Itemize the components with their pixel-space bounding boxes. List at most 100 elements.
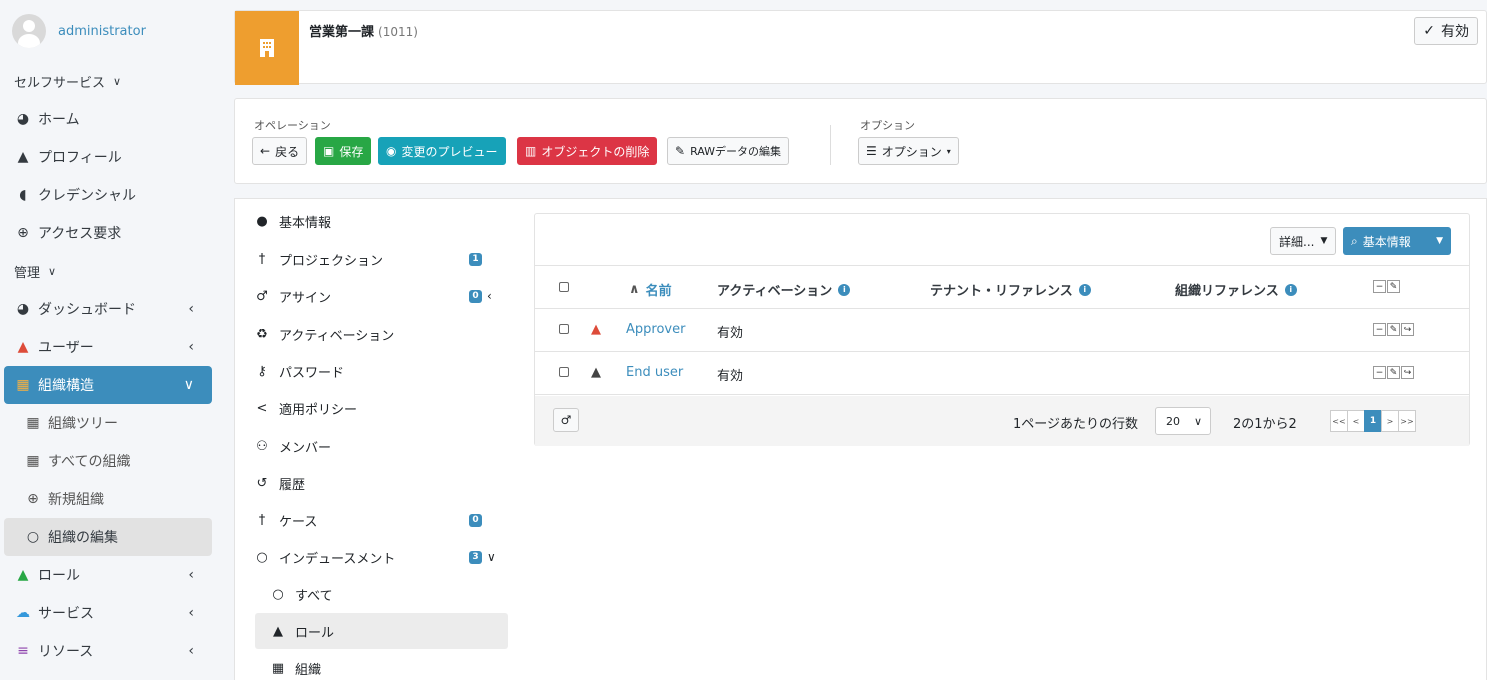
case-icon: † [258,512,266,528]
chevron-left-icon: ‹ [188,643,194,659]
role-icon: ▲ [273,623,283,639]
user-panel[interactable]: administrator [0,0,220,62]
edit-icon[interactable]: ✎ [1387,280,1400,293]
count-badge: 1 [469,252,482,266]
chevron-down-icon: ∨ [183,377,194,393]
admin-header[interactable]: 管理 ∨ [0,252,220,290]
assign-new-button[interactable]: ♂ [553,408,579,432]
page-1-button[interactable]: 1 [1364,410,1382,432]
range-text: 2の1から2 [1233,417,1297,432]
operations-panel: オペレーション ← 戻る ▣ 保存 ◉ 変更のプレビュー ▥ オブジェクトの削除 ✎ RA… [234,98,1487,184]
select-all-checkbox[interactable] [559,282,569,292]
chevron-left-icon: ‹ [188,605,194,621]
role-icon: ▲ [17,567,29,583]
sidebar-item-org-tree[interactable]: ▦ 組織ツリー [0,404,212,442]
minus-icon[interactable]: − [1373,366,1386,379]
row-name-link[interactable]: End user [626,365,683,380]
prev-page-button[interactable]: < [1347,410,1365,432]
search-button[interactable]: ⌕ 基本情報 ▼ [1343,227,1451,255]
tab-policies[interactable]: < 適用ポリシー [253,390,502,426]
info-icon[interactable]: i [1078,283,1091,296]
sidebar-item-all-orgs[interactable]: ▦ すべての組織 [0,442,212,480]
recycle-icon: ♻ [256,326,268,342]
table-footer: ♂ 1ページあたりの行数 20 ∨ 2の1から2 << < 1 > >> [535,396,1469,446]
sidebar-item-resources[interactable]: ≡ リソース ‹ [0,632,212,670]
assign-icon: ♂ [256,288,268,304]
inducement-table-box: 詳細... ▼ ⌕ 基本情報 ▼ ∧ 名前 アクティベーション i テナント・リファレン… [534,213,1470,446]
tab-projection[interactable]: † プロジェクション 1 [253,241,502,277]
sidebar-item-dashboard[interactable]: ◕ ダッシュボード ‹ [0,290,212,328]
first-page-button[interactable]: << [1330,410,1348,432]
org-icon-box [235,11,299,85]
sidebar-item-home[interactable]: ◕ ホーム [0,100,212,138]
operations-label: オペレーション [254,119,331,132]
tab-history[interactable]: ↺ 履歴 [253,465,502,501]
column-tenant-ref: テナント・リファレンス i [930,280,1091,299]
sidebar-item-services[interactable]: ☁ サービス ‹ [0,594,212,632]
sidebar-item-credentials[interactable]: ◖ クレデンシャル [0,176,212,214]
row-name-link[interactable]: Approver [626,322,685,337]
minus-icon[interactable]: − [1373,280,1386,293]
tachometer-icon: ◕ [16,111,30,127]
count-badge: 0 [469,513,482,527]
back-button[interactable]: ← 戻る [252,137,308,165]
sidebar-item-org-structure[interactable]: ▦ 組織構造 ∨ [4,366,212,404]
detail-dropdown[interactable]: 詳細... ▼ [1270,227,1337,255]
delete-button[interactable]: ▥ オブジェクトの削除 [517,137,658,165]
row-actions: − ✎ ↪ [1373,366,1415,379]
tab-inducements-role[interactable]: ▲ ロール [255,613,508,649]
circle-outline-icon: ○ [26,529,40,545]
history-icon: ↺ [256,475,268,491]
database-icon: ≡ [17,643,29,659]
rows-per-page-select[interactable]: 20 ∨ [1155,407,1211,435]
raw-edit-button[interactable]: ✎ RAWデータの編集 [667,137,790,165]
users-icon: ⚇ [256,438,268,454]
sidebar-item-roles[interactable]: ▲ ロール ‹ [0,556,212,594]
user-icon: ▲ [17,149,29,165]
building-icon: ▦ [16,377,30,393]
next-page-button[interactable]: > [1381,410,1399,432]
sidebar-item-edit-org[interactable]: ○ 組織の編集 [4,518,212,556]
chevron-down-icon: ∨ [487,550,496,564]
options-label: オプション [860,119,915,132]
row-checkbox[interactable] [559,367,569,377]
last-page-button[interactable]: >> [1398,410,1416,432]
share-arrow-icon[interactable]: ↪ [1401,323,1414,336]
row-activation: 有効 [717,326,744,341]
table-row[interactable]: ▲ End user 有効 − ✎ ↪ [535,352,1469,395]
row-checkbox[interactable] [559,324,569,334]
page-title: 営業第一課 (1011) [309,25,418,40]
share-arrow-icon[interactable]: ↪ [1401,366,1414,379]
tab-basic[interactable]: ● 基本情報 [253,203,502,239]
tab-password[interactable]: ⚷ パスワード [253,353,502,389]
role-icon: ▲ [591,365,601,380]
sidebar-item-new-org[interactable]: ⊕ 新規組織 [0,480,212,518]
person-icon: † [258,251,266,267]
tab-inducements[interactable]: ○ インデュースメント 3 ∨ [253,539,502,575]
status-button[interactable]: ✓ 有効 [1414,17,1478,45]
save-icon: ▣ [323,144,335,158]
bars-icon: ☰ [866,144,877,158]
tab-assignments[interactable]: ♂ アサイン 0 ‹ [253,278,502,314]
info-icon[interactable]: i [1284,283,1297,296]
save-button[interactable]: ▣ 保存 [315,137,372,165]
info-icon[interactable]: i [838,283,851,296]
tab-activation[interactable]: ♻ アクティベーション [253,316,502,352]
tab-inducements-all[interactable]: ○ すべて [269,576,502,612]
edit-icon[interactable]: ✎ [1387,323,1400,336]
sidebar-item-access-request[interactable]: ⊕ アクセス要求 [0,214,212,252]
tab-inducements-org[interactable]: ▦ 組織 [269,650,502,680]
table-row[interactable]: ▲ Approver 有効 − ✎ ↪ [535,309,1469,352]
sidebar-item-users[interactable]: ▲ ユーザー ‹ [0,328,212,366]
column-name[interactable]: ∧ 名前 [629,280,672,299]
tab-members[interactable]: ⚇ メンバー [253,428,502,464]
edit-icon[interactable]: ✎ [1387,366,1400,379]
user-name[interactable]: administrator [58,24,146,39]
preview-button[interactable]: ◉ 変更のプレビュー [378,137,506,165]
sort-up-icon: ∧ [629,282,640,297]
minus-icon[interactable]: − [1373,323,1386,336]
sidebar-item-profile[interactable]: ▲ プロフィール [0,138,212,176]
tab-cases[interactable]: † ケース 0 [253,502,502,538]
options-dropdown[interactable]: ☰ オプション ▾ [858,137,959,165]
self-service-header[interactable]: セルフサービス ∨ [0,62,220,100]
